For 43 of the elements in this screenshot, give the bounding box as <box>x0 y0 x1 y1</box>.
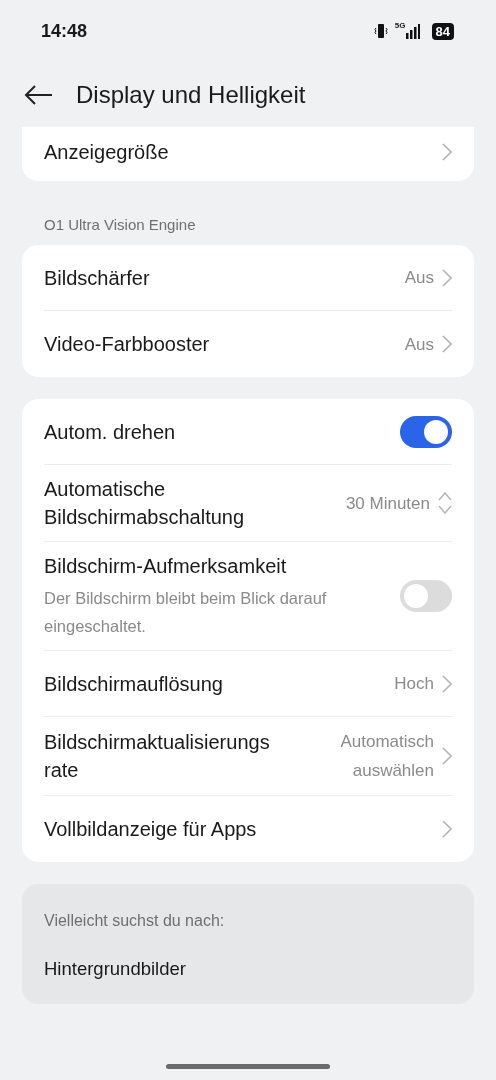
chevron-icon <box>442 143 452 161</box>
page-title: Display und Helligkeit <box>76 80 306 109</box>
toggle-switch[interactable] <box>400 580 452 612</box>
settings-row[interactable]: Bildschirm-Aufmerksamkeit Der Bildschirm bleibt beim Blick darauf eingeschaltet. <box>44 542 452 651</box>
signal-icon <box>405 23 420 39</box>
settings-row[interactable]: Automatische Bildschirmabschaltung 30 Minuten <box>44 465 452 542</box>
settings-row[interactable]: Bildschärfer Aus <box>44 245 452 311</box>
suggestion-link[interactable]: Hintergrundbilder <box>44 958 452 980</box>
row-title: Bildschirm-Aufmerksamkeit <box>44 554 288 579</box>
row-value: Hoch <box>394 673 434 695</box>
settings-row[interactable]: Video-Farbbooster Aus <box>44 311 452 377</box>
row-value: Aus <box>404 267 434 289</box>
row-title: Bildschärfer <box>44 265 151 291</box>
battery-indicator: 84 <box>431 22 454 40</box>
chevron-icon <box>442 335 452 353</box>
chevron-icon <box>442 747 452 765</box>
row-title: Anzeigegröße <box>44 140 170 165</box>
suggestions-heading: Vielleicht suchst du nach: <box>44 912 226 930</box>
settings-row[interactable]: Anzeigegröße <box>44 127 452 181</box>
row-description: Der Bildschirm bleibt beim Blick darauf eingeschaltet. <box>44 588 328 637</box>
row-title: Video-Farbbooster <box>44 332 211 357</box>
row-value: Automatisch auswählen <box>339 731 434 782</box>
chevron-icon <box>442 268 452 287</box>
row-title: Automatische Bildschirmabschaltung <box>44 477 246 530</box>
chevron-icon <box>442 820 452 838</box>
row-value: Aus <box>404 333 434 356</box>
settings-row[interactable]: Vollbildanzeige für Apps <box>44 796 452 862</box>
network-label: 5G <box>394 20 406 30</box>
settings-row[interactable]: Autom. drehen <box>44 399 452 465</box>
row-title: Autom. drehen <box>44 419 177 445</box>
settings-row[interactable]: Bildschirmaktualisierungs rate Automatisch auswählen <box>44 717 452 796</box>
chevron-icon <box>442 674 452 693</box>
row-value: 30 Minuten <box>345 492 430 515</box>
back-icon[interactable] <box>24 83 54 106</box>
updown-icon <box>438 492 452 514</box>
row-title: Vollbildanzeige für Apps <box>44 817 258 842</box>
section-label: O1 Ultra Vision Engine <box>43 215 197 235</box>
toggle-switch[interactable] <box>400 415 452 448</box>
status-time: 14:48 <box>41 20 88 42</box>
vibrate-icon <box>372 23 389 39</box>
row-title: Bildschirmaktualisierungs rate <box>44 730 271 783</box>
settings-row[interactable]: Bildschirmauflösung Hoch <box>44 651 452 717</box>
row-title: Bildschirmauflösung <box>44 671 224 697</box>
